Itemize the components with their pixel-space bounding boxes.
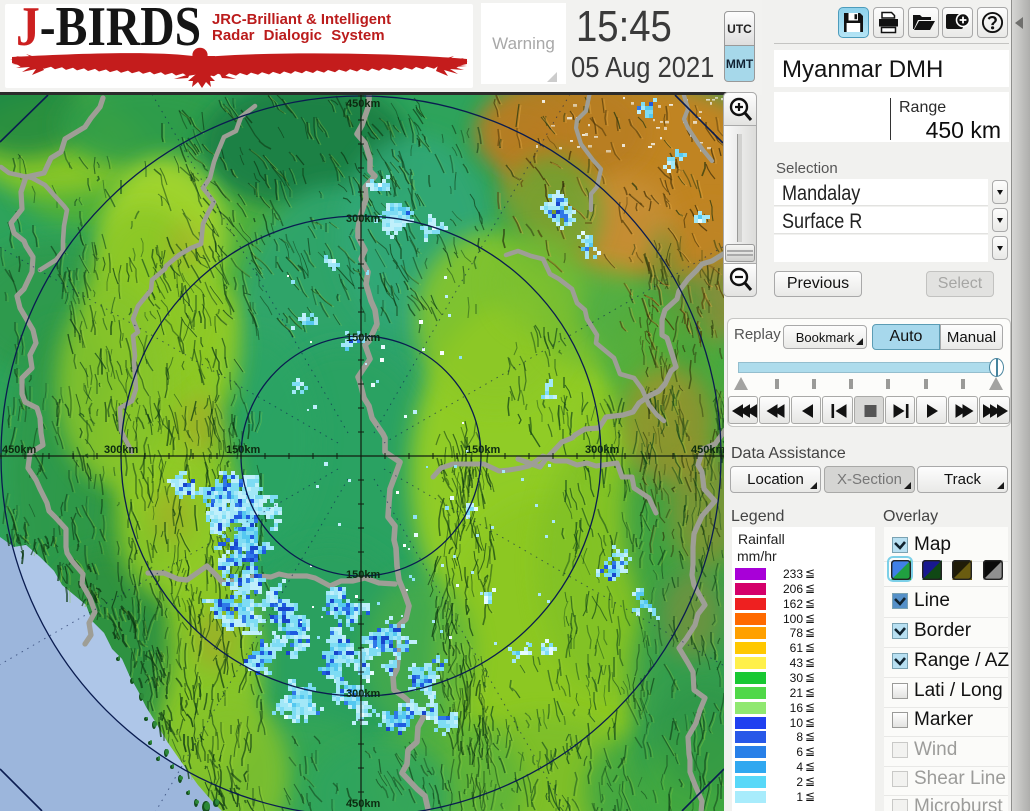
svg-text:150km: 150km	[346, 569, 380, 581]
svg-text:450km: 450km	[2, 444, 36, 456]
svg-text:150km: 150km	[346, 332, 380, 344]
svg-text:450km: 450km	[691, 444, 724, 456]
svg-text:150km: 150km	[466, 444, 500, 456]
svg-text:450km: 450km	[346, 798, 380, 810]
svg-text:300km: 300km	[104, 444, 138, 456]
svg-text:300km: 300km	[346, 688, 380, 700]
svg-text:150km: 150km	[226, 444, 260, 456]
svg-text:300km: 300km	[346, 213, 380, 225]
svg-text:450km: 450km	[346, 98, 380, 110]
svg-text:300km: 300km	[585, 444, 619, 456]
